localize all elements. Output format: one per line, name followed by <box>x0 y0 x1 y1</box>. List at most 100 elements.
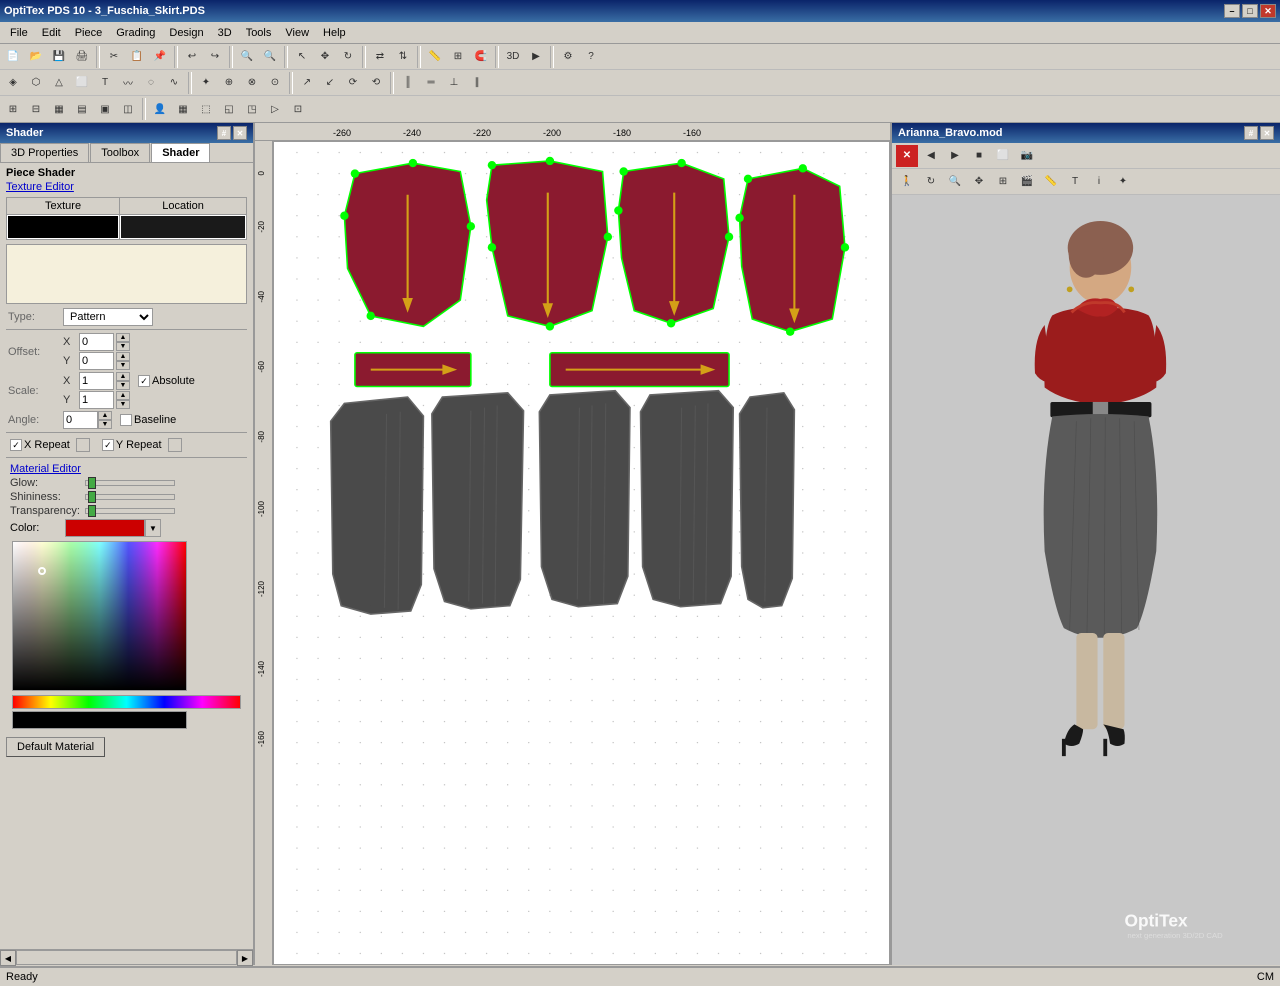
offset-x-input[interactable] <box>79 333 114 351</box>
model-panel-close[interactable]: ✕ <box>1260 126 1274 140</box>
tool10-icon[interactable]: ⊕ <box>218 72 240 94</box>
rotate-icon[interactable]: ↻ <box>337 46 359 68</box>
menu-view[interactable]: View <box>279 25 315 41</box>
menu-tools[interactable]: Tools <box>240 25 278 41</box>
model-back-icon[interactable]: ◀ <box>920 145 942 167</box>
menu-edit[interactable]: Edit <box>36 25 67 41</box>
snap-icon[interactable]: 🧲 <box>470 46 492 68</box>
scale-x-input[interactable] <box>79 372 114 390</box>
material-editor-link[interactable]: Material Editor <box>6 461 247 477</box>
offset-y-up[interactable]: ▲ <box>116 352 130 361</box>
tool25-icon[interactable]: ▣ <box>94 98 116 120</box>
x-repeat-color[interactable] <box>76 438 90 452</box>
grid2-icon[interactable]: ▦ <box>172 98 194 120</box>
tool21-icon[interactable]: ⊞ <box>2 98 24 120</box>
model-play-icon[interactable]: ▶ <box>944 145 966 167</box>
table-row[interactable] <box>7 215 247 240</box>
model-record-icon[interactable]: ⬜ <box>992 145 1014 167</box>
offset-y-input[interactable] <box>79 352 114 370</box>
zoom-out-icon[interactable]: 🔍 <box>259 46 281 68</box>
color-picker[interactable] <box>12 541 187 691</box>
model-viewport[interactable]: OptiTex next generation 3D/2D CAD <box>892 195 1280 965</box>
skirt-piece-4[interactable] <box>641 391 734 607</box>
tool9-icon[interactable]: ✦ <box>195 72 217 94</box>
tool14-icon[interactable]: ↙ <box>319 72 341 94</box>
tool20-icon[interactable]: ∥ <box>466 72 488 94</box>
picker-cursor[interactable] <box>38 567 46 575</box>
offset-y-down[interactable]: ▼ <box>116 361 130 370</box>
scale-x-up[interactable]: ▲ <box>116 372 130 381</box>
angle-up[interactable]: ▲ <box>98 411 112 420</box>
zoom-in-icon[interactable]: 🔍 <box>236 46 258 68</box>
tool28-icon[interactable]: ◱ <box>218 98 240 120</box>
grid-icon[interactable]: ⊞ <box>447 46 469 68</box>
shininess-thumb[interactable] <box>88 491 96 503</box>
tool4-icon[interactable]: ⬜ <box>71 72 93 94</box>
3d-view-icon[interactable]: 3D <box>502 46 524 68</box>
tool7-icon[interactable]: ◌ <box>140 72 162 94</box>
shader-panel-pin[interactable]: # <box>217 126 231 140</box>
bodice-piece-4[interactable] <box>735 164 849 336</box>
model-measure2-icon[interactable]: 📏 <box>1040 171 1062 193</box>
tool27-icon[interactable]: ⬚ <box>195 98 217 120</box>
maximize-button[interactable]: □ <box>1242 4 1258 18</box>
model-stop2-icon[interactable]: ■ <box>968 145 990 167</box>
tool2-icon[interactable]: ⬡ <box>25 72 47 94</box>
skirt-piece-1[interactable] <box>331 397 424 614</box>
help-icon[interactable]: ? <box>580 46 602 68</box>
model-pan-icon[interactable]: ✥ <box>968 171 990 193</box>
scale-y-up[interactable]: ▲ <box>116 391 130 400</box>
menu-piece[interactable]: Piece <box>69 25 109 41</box>
model-info-icon[interactable]: i <box>1088 171 1110 193</box>
absolute-checkbox[interactable] <box>138 375 150 387</box>
model-zoom-icon[interactable]: 🔍 <box>944 171 966 193</box>
render-icon[interactable]: ▶ <box>525 46 547 68</box>
menu-3d[interactable]: 3D <box>212 25 238 41</box>
save-icon[interactable]: 💾 <box>48 46 70 68</box>
tool12-icon[interactable]: ⊙ <box>264 72 286 94</box>
offset-x-down[interactable]: ▼ <box>116 342 130 351</box>
model-video-icon[interactable]: 🎬 <box>1016 171 1038 193</box>
model-walk-icon[interactable]: 🚶 <box>896 171 918 193</box>
tool11-icon[interactable]: ⊗ <box>241 72 263 94</box>
move-icon[interactable]: ✥ <box>314 46 336 68</box>
model-light-icon[interactable]: ✦ <box>1112 171 1134 193</box>
select-icon[interactable]: ↖ <box>291 46 313 68</box>
close-button[interactable]: ✕ <box>1260 4 1276 18</box>
tool29-icon[interactable]: ◳ <box>241 98 263 120</box>
bodice-piece-2[interactable] <box>487 157 612 331</box>
person-icon[interactable]: 👤 <box>149 98 171 120</box>
model-fit-icon[interactable]: ⊞ <box>992 171 1014 193</box>
model-camera-icon[interactable]: 📷 <box>1016 145 1038 167</box>
offset-x-up[interactable]: ▲ <box>116 333 130 342</box>
cut-icon[interactable]: ✂ <box>103 46 125 68</box>
transparency-slider[interactable] <box>85 508 175 514</box>
y-repeat-label[interactable]: Y Repeat <box>102 439 162 451</box>
scale-y-down[interactable]: ▼ <box>116 400 130 409</box>
tool22-icon[interactable]: ⊟ <box>25 98 47 120</box>
scroll-track[interactable] <box>16 950 237 965</box>
tool31-icon[interactable]: ⊡ <box>287 98 309 120</box>
waistband-piece-2[interactable] <box>550 353 729 387</box>
tool26-icon[interactable]: ◫ <box>117 98 139 120</box>
open-icon[interactable]: 📂 <box>25 46 47 68</box>
angle-input[interactable] <box>63 411 98 429</box>
x-repeat-label[interactable]: X Repeat <box>10 439 70 451</box>
tab-shader[interactable]: Shader <box>151 143 210 162</box>
scroll-right-btn[interactable]: ▶ <box>237 950 253 966</box>
menu-design[interactable]: Design <box>163 25 209 41</box>
x-repeat-checkbox[interactable] <box>10 439 22 451</box>
glow-thumb[interactable] <box>88 477 96 489</box>
new-icon[interactable]: 📄 <box>2 46 24 68</box>
model-rotate2-icon[interactable]: ↻ <box>920 171 942 193</box>
tool17-icon[interactable]: ║ <box>397 72 419 94</box>
glow-slider[interactable] <box>85 480 175 486</box>
waistband-piece-1[interactable] <box>355 353 471 387</box>
transparency-thumb[interactable] <box>88 505 96 517</box>
skirt-piece-2[interactable] <box>432 393 524 609</box>
y-repeat-checkbox[interactable] <box>102 439 114 451</box>
menu-file[interactable]: File <box>4 25 34 41</box>
settings-icon[interactable]: ⚙ <box>557 46 579 68</box>
scale-y-input[interactable] <box>79 391 114 409</box>
tool30-icon[interactable]: ▷ <box>264 98 286 120</box>
